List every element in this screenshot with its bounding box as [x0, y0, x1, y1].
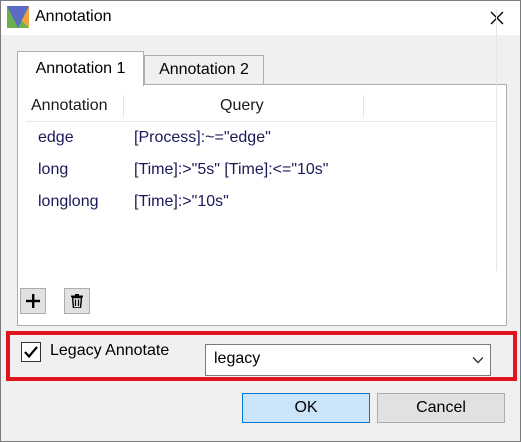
tab-label: Annotation 2	[159, 61, 249, 78]
legacy-select-value: legacy	[214, 350, 261, 367]
grid-header: Annotation Query	[26, 91, 498, 122]
query-cell: [Process]:~="edge"	[134, 129, 271, 146]
query-cell: [Time]:>"10s"	[134, 193, 229, 210]
annotation-dialog: Annotation Annotation 1 Annotation 2 Ann…	[0, 0, 521, 442]
checkmark-icon	[24, 346, 38, 359]
plus-icon	[26, 294, 40, 308]
tab-annotation-1[interactable]: Annotation 1	[17, 51, 144, 86]
tab-annotation-2[interactable]: Annotation 2	[144, 55, 264, 84]
trash-icon	[71, 294, 83, 308]
legacy-annotate-checkbox[interactable]	[21, 342, 41, 362]
ok-button[interactable]: OK	[242, 393, 370, 423]
table-row[interactable]: longlong [Time]:>"10s"	[26, 189, 498, 219]
cancel-button-label: Cancel	[416, 399, 466, 416]
column-header-annotation[interactable]: Annotation	[31, 91, 108, 121]
title-bar: Annotation	[1, 1, 520, 35]
cancel-button[interactable]: Cancel	[377, 393, 505, 423]
annotation-grid: Annotation Query edge [Process]:~="edge"…	[26, 91, 498, 271]
window-title: Annotation	[35, 8, 112, 25]
column-separator[interactable]	[363, 95, 364, 117]
query-cell: [Time]:>"5s" [Time]:<="10s"	[134, 161, 329, 178]
annotation-cell: longlong	[38, 193, 99, 210]
table-row[interactable]: edge [Process]:~="edge"	[26, 125, 498, 155]
close-icon	[490, 11, 504, 25]
app-icon	[7, 6, 29, 28]
grid-scrollbar-track[interactable]	[496, 9, 497, 271]
close-button[interactable]	[474, 1, 520, 35]
legacy-select[interactable]: legacy	[205, 344, 491, 376]
legacy-annotate-label[interactable]: Legacy Annotate	[50, 342, 169, 360]
add-annotation-button[interactable]	[20, 288, 46, 314]
annotation-cell: edge	[38, 129, 74, 146]
chevron-down-icon	[472, 357, 484, 364]
column-header-query[interactable]: Query	[220, 91, 264, 121]
column-separator[interactable]	[123, 95, 124, 117]
delete-annotation-button[interactable]	[64, 288, 90, 314]
tab-panel: Annotation Query edge [Process]:~="edge"…	[17, 84, 507, 326]
tab-label: Annotation 1	[35, 60, 126, 77]
table-row[interactable]: long [Time]:>"5s" [Time]:<="10s"	[26, 157, 498, 187]
annotation-cell: long	[38, 161, 69, 178]
ok-button-label: OK	[294, 399, 318, 416]
